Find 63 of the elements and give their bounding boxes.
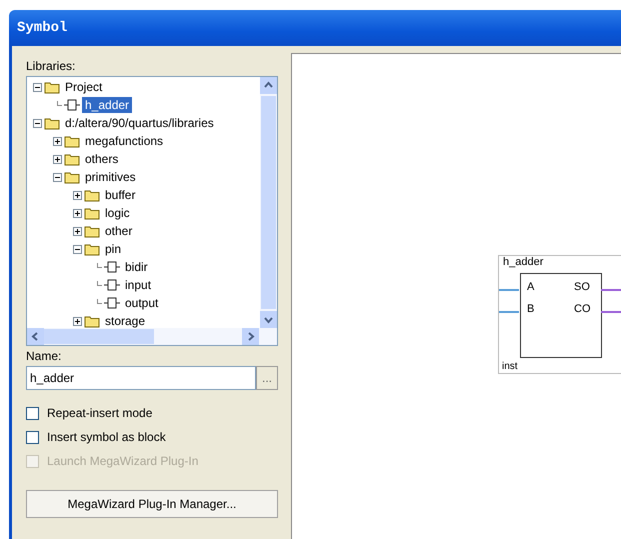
scroll-up-icon[interactable] — [260, 77, 277, 94]
browse-button[interactable]: ... — [256, 366, 278, 390]
input-wire — [499, 289, 519, 291]
tree-item[interactable]: h_adder — [82, 97, 132, 113]
folder-icon — [84, 206, 100, 220]
scroll-down-icon[interactable] — [260, 311, 277, 328]
tree-item[interactable]: megafunctions — [82, 133, 166, 149]
expander-icon[interactable] — [73, 316, 82, 326]
expander-icon[interactable] — [73, 226, 82, 236]
checkbox[interactable] — [26, 406, 39, 420]
libraries-tree[interactable]: Project h_adder d:/altera/90/quartus/libraries megafunctions others primitives buffer logic other pin bidir input output storage — [26, 76, 278, 346]
tree-item[interactable]: d:/altera/90/quartus/libraries — [62, 115, 217, 131]
symbol-icon — [104, 278, 120, 292]
tree-item[interactable]: storage — [102, 313, 148, 328]
expander-icon[interactable] — [73, 190, 82, 200]
expander-icon[interactable] — [33, 118, 42, 128]
expander-icon[interactable] — [53, 136, 62, 146]
tree-item[interactable]: output — [122, 295, 162, 311]
horizontal-scrollbar[interactable] — [27, 328, 277, 345]
folder-icon — [84, 224, 100, 238]
folder-icon — [84, 242, 100, 256]
name-field[interactable]: h_adder — [26, 366, 256, 390]
port-label: A — [527, 281, 534, 293]
tree-item[interactable]: other — [102, 223, 136, 239]
instance-label: inst — [502, 361, 518, 372]
expander-icon[interactable] — [53, 154, 62, 164]
scroll-left-icon[interactable] — [27, 328, 44, 345]
input-wire — [499, 311, 519, 313]
name-label: Name: — [26, 349, 62, 363]
folder-icon — [64, 152, 80, 166]
symbol-icon — [104, 296, 120, 310]
tree-item[interactable]: buffer — [102, 187, 138, 203]
scroll-right-icon[interactable] — [242, 328, 259, 345]
checkbox-label: Repeat-insert mode — [47, 406, 152, 420]
symbol-name: h_adder — [503, 256, 544, 268]
tree-item[interactable]: others — [82, 151, 122, 167]
expander-icon[interactable] — [73, 208, 82, 218]
checkbox-label: Launch MegaWizard Plug-In — [47, 454, 198, 468]
libraries-label: Libraries: — [26, 59, 76, 73]
folder-icon — [44, 116, 60, 130]
folder-icon — [44, 80, 60, 94]
expander-icon[interactable] — [73, 244, 82, 254]
port-label: SO — [574, 281, 590, 293]
tree-item[interactable]: logic — [102, 205, 133, 221]
expander-icon[interactable] — [33, 82, 42, 92]
tree-item[interactable]: primitives — [82, 169, 139, 185]
window-title: Symbol — [17, 20, 68, 36]
folder-icon — [84, 188, 100, 202]
port-label: CO — [574, 303, 590, 315]
folder-icon — [64, 170, 80, 184]
checkbox-label: Insert symbol as block — [47, 430, 166, 444]
expander-icon[interactable] — [53, 172, 62, 182]
tree-item[interactable]: Project — [62, 79, 106, 95]
checkbox[interactable] — [26, 430, 39, 444]
megawizard-manager-button[interactable]: MegaWizard Plug-In Manager... — [26, 490, 278, 518]
symbol-icon — [104, 260, 120, 274]
tree-item[interactable]: input — [122, 277, 154, 293]
tree-item[interactable]: bidir — [122, 259, 151, 275]
port-label: B — [527, 303, 534, 315]
tree-item[interactable]: pin — [102, 241, 124, 257]
vertical-scrollbar[interactable] — [260, 77, 277, 328]
symbol-icon — [64, 98, 80, 112]
folder-icon — [64, 134, 80, 148]
